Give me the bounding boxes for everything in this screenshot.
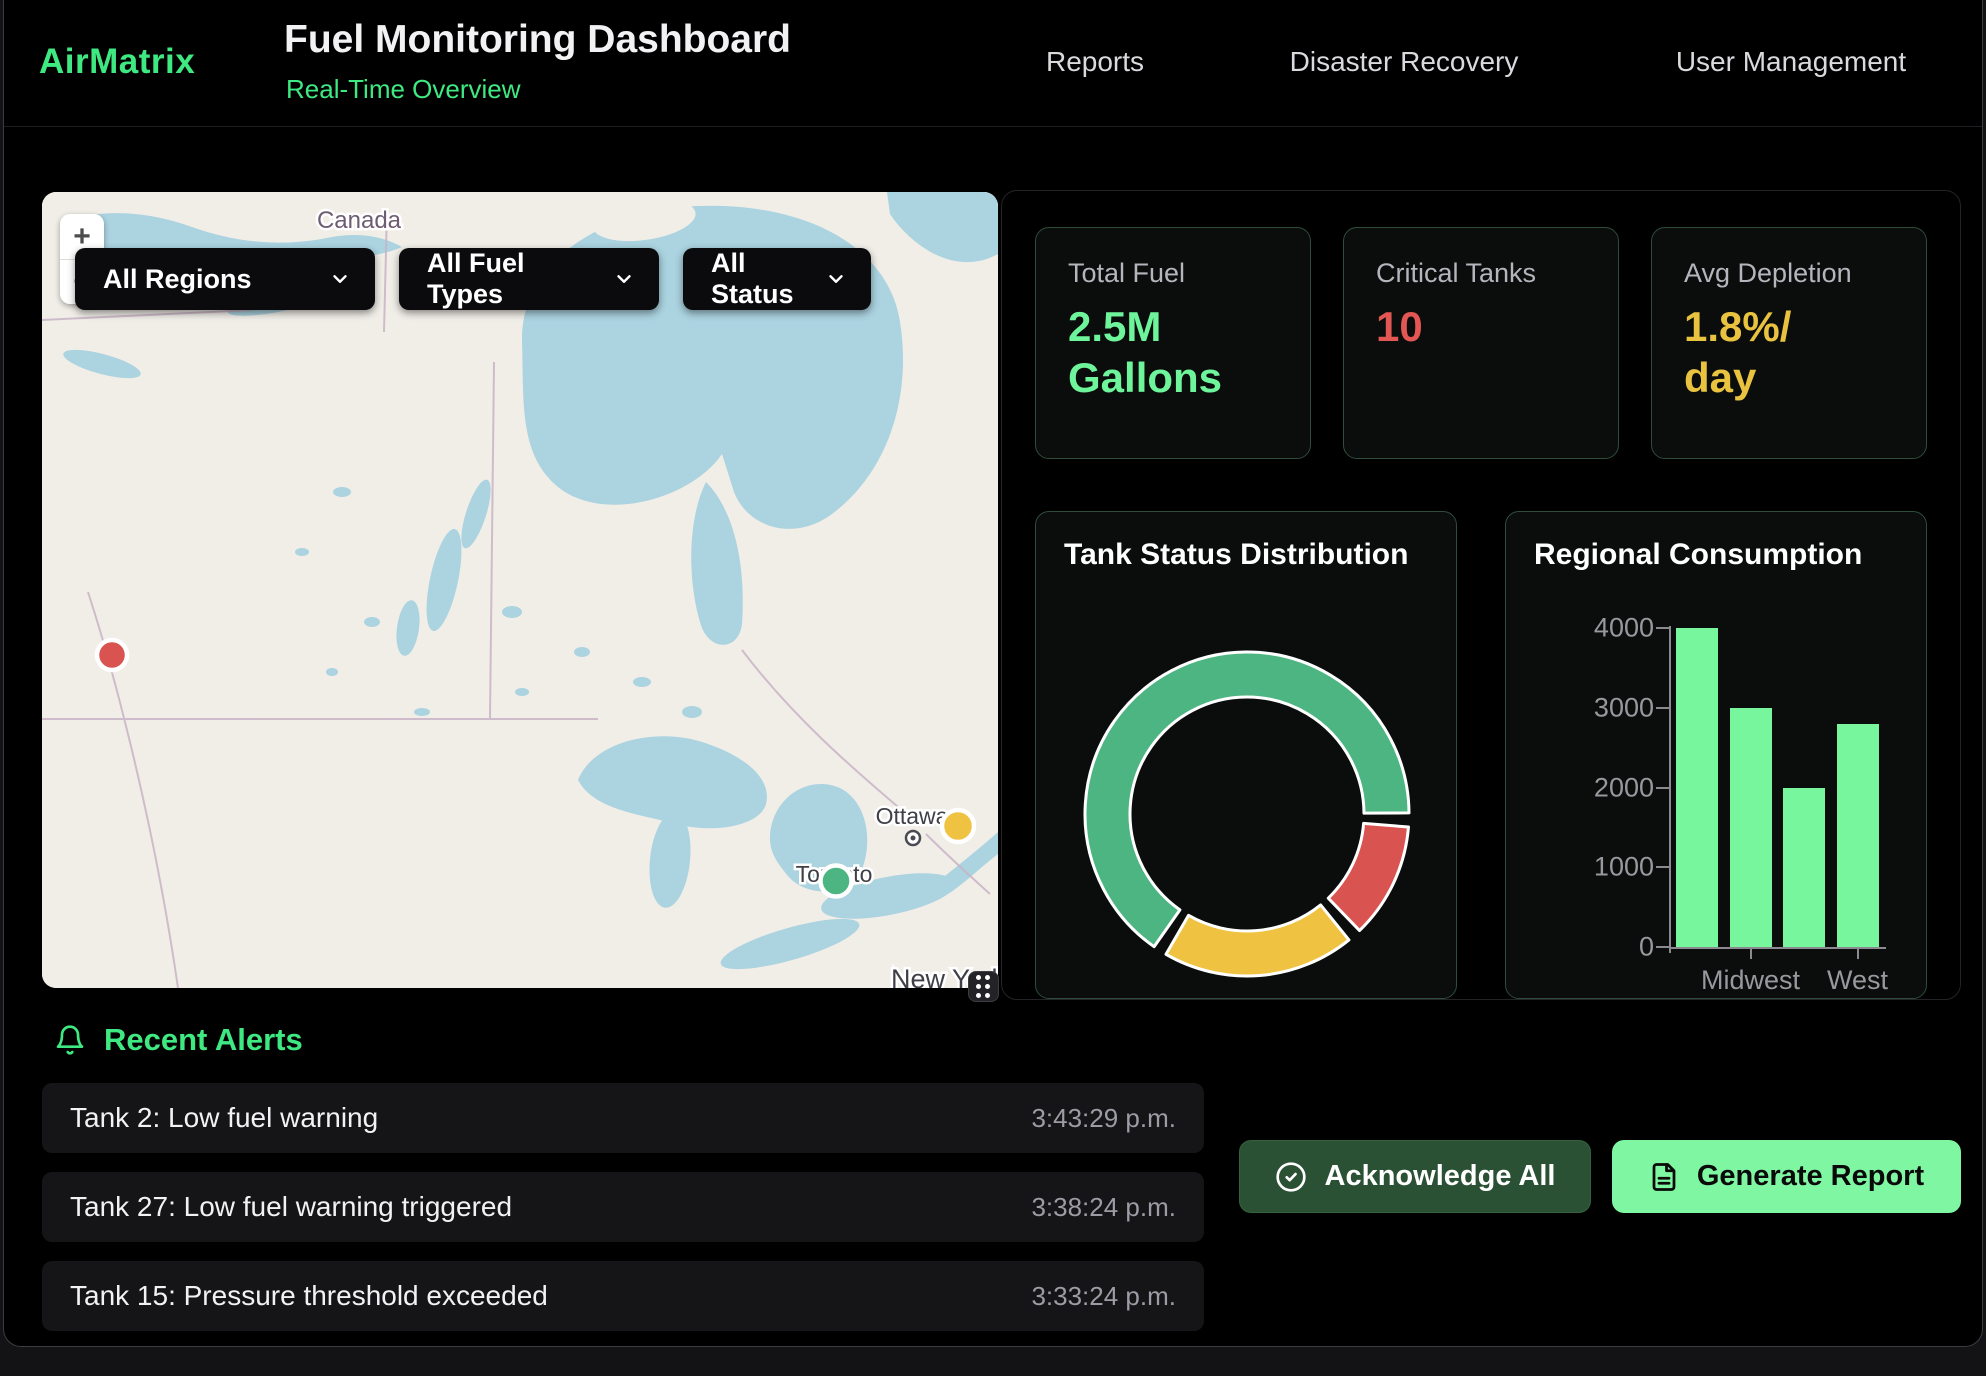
fuel-types-dropdown-value: All Fuel Types: [427, 248, 591, 310]
dashboard-root: AirMatrix Fuel Monitoring Dashboard Real…: [3, 0, 1983, 1347]
nav-reports[interactable]: Reports: [1046, 46, 1144, 78]
alert-message: Tank 15: Pressure threshold exceeded: [70, 1280, 548, 1312]
chevron-down-icon: [329, 268, 351, 290]
stat-card-total-fuel: Total Fuel 2.5M Gallons: [1035, 227, 1311, 459]
x-tick: [1750, 949, 1752, 959]
y-tick-label: 0: [1534, 932, 1654, 963]
x-axis: [1669, 947, 1886, 949]
y-axis: [1669, 626, 1671, 953]
acknowledge-all-label: Acknowledge All: [1325, 1160, 1556, 1193]
y-tick-label: 2000: [1534, 772, 1654, 803]
regions-dropdown[interactable]: All Regions: [75, 248, 375, 310]
map-marker-normal[interactable]: [821, 866, 852, 897]
regions-dropdown-value: All Regions: [103, 264, 252, 295]
nav-disaster-recovery[interactable]: Disaster Recovery: [1290, 46, 1519, 78]
file-text-icon: [1649, 1162, 1679, 1192]
bar-0: [1676, 628, 1718, 947]
alert-message: Tank 27: Low fuel warning triggered: [70, 1191, 512, 1223]
resize-grip-icon[interactable]: [968, 971, 999, 1002]
alert-row[interactable]: Tank 27: Low fuel warning triggered 3:38…: [42, 1172, 1204, 1242]
alert-message: Tank 2: Low fuel warning: [70, 1102, 378, 1134]
y-tick-label: 4000: [1534, 613, 1654, 644]
y-tick: [1656, 866, 1669, 868]
map-label-ottawa: Ottawa: [876, 803, 949, 829]
donut-segment-warning: [1166, 905, 1349, 976]
bar-3: [1837, 724, 1879, 947]
status-dropdown-value: All Status: [711, 248, 803, 310]
bar-chart: Regional Consumption 01000200030004000Mi…: [1505, 511, 1927, 999]
alert-row[interactable]: Tank 15: Pressure threshold exceeded 3:3…: [42, 1261, 1204, 1331]
y-tick-label: 1000: [1534, 852, 1654, 883]
stat-label: Total Fuel: [1068, 258, 1278, 289]
check-circle-icon: [1275, 1161, 1307, 1193]
chevron-down-icon: [825, 268, 847, 290]
stat-card-critical-tanks: Critical Tanks 10: [1343, 227, 1619, 459]
brand-logo: AirMatrix: [39, 42, 195, 82]
map-label-canada: Canada: [317, 207, 402, 234]
stat-card-avg-depletion: Avg Depletion 1.8%/day: [1651, 227, 1927, 459]
donut-chart-canvas: [1036, 512, 1458, 1000]
stat-label: Avg Depletion: [1684, 258, 1894, 289]
map[interactable]: Canada Ottawa Toronto New York + − All R…: [42, 192, 998, 988]
x-tick: [1857, 949, 1859, 959]
page-subtitle: Real-Time Overview: [286, 74, 521, 105]
nav-user-management[interactable]: User Management: [1676, 46, 1906, 78]
bell-icon: [54, 1023, 86, 1057]
donut-segment-critical: [1328, 823, 1408, 930]
generate-report-label: Generate Report: [1697, 1160, 1924, 1193]
header: AirMatrix Fuel Monitoring Dashboard Real…: [4, 0, 1982, 127]
map-canvas: Canada Ottawa Toronto New York: [42, 192, 998, 988]
generate-report-button[interactable]: Generate Report: [1612, 1140, 1961, 1213]
status-dropdown[interactable]: All Status: [683, 248, 871, 310]
stat-value: 10: [1376, 301, 1586, 352]
alerts-header: Recent Alerts: [54, 1022, 303, 1058]
alert-time: 3:43:29 p.m.: [1031, 1103, 1176, 1134]
map-marker-warning[interactable]: [942, 810, 974, 842]
donut-chart: Tank Status Distribution: [1035, 511, 1457, 999]
stats-row: Total Fuel 2.5M Gallons Critical Tanks 1…: [1035, 227, 1927, 459]
alert-row[interactable]: Tank 2: Low fuel warning 3:43:29 p.m.: [42, 1083, 1204, 1153]
chevron-down-icon: [613, 268, 635, 290]
bar-chart-plot: 0 1000 2000 3000 4000 Midwest West: [1506, 512, 1926, 998]
metrics-panel: Total Fuel 2.5M Gallons Critical Tanks 1…: [1001, 190, 1961, 1000]
bar-2: [1783, 788, 1825, 948]
bar-1: [1730, 708, 1772, 947]
stat-value: 2.5M Gallons: [1068, 301, 1278, 403]
alert-time: 3:38:24 p.m.: [1031, 1192, 1176, 1223]
y-tick: [1656, 787, 1669, 789]
y-tick: [1656, 707, 1669, 709]
x-tick-label: West: [1827, 965, 1888, 996]
map-filter-bar: All Regions All Fuel Types All Status: [75, 248, 871, 310]
stat-value: 1.8%/day: [1684, 301, 1816, 403]
acknowledge-all-button[interactable]: Acknowledge All: [1239, 1140, 1591, 1213]
alerts-title: Recent Alerts: [104, 1022, 303, 1058]
y-tick: [1656, 627, 1669, 629]
alert-time: 3:33:24 p.m.: [1031, 1281, 1176, 1312]
x-tick-label: Midwest: [1701, 965, 1800, 996]
map-marker-critical[interactable]: [97, 640, 127, 670]
stat-label: Critical Tanks: [1376, 258, 1586, 289]
page-title: Fuel Monitoring Dashboard: [284, 18, 791, 62]
y-tick-label: 3000: [1534, 692, 1654, 723]
map-city-dot-ottawa-center: [911, 836, 916, 841]
fuel-types-dropdown[interactable]: All Fuel Types: [399, 248, 659, 310]
y-tick: [1656, 946, 1669, 948]
